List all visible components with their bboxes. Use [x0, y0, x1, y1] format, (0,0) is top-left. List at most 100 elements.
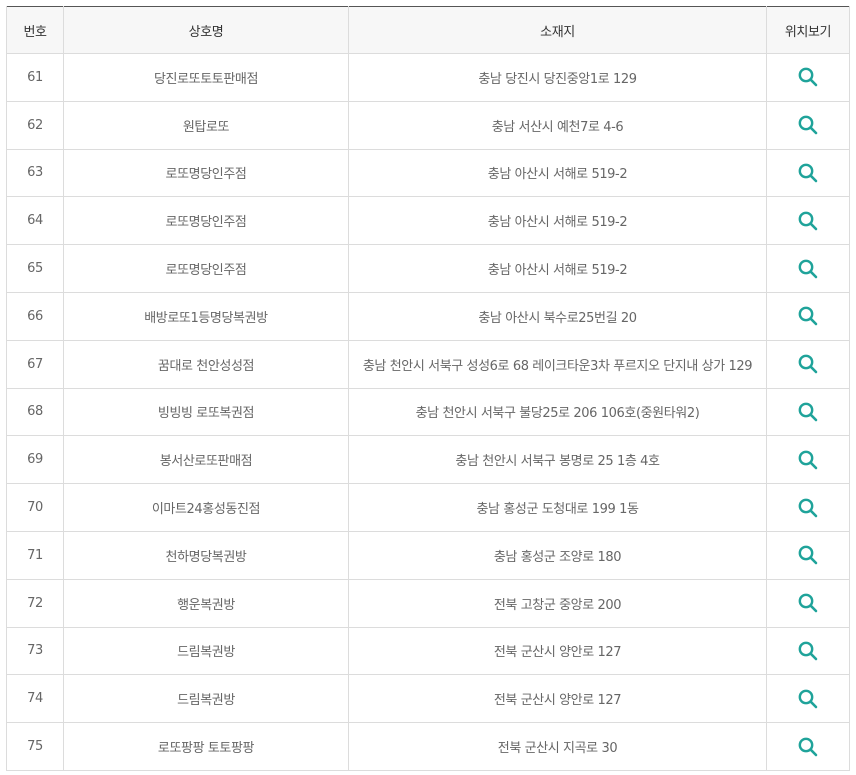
store-address: 충남 홍성군 조양로 180 — [348, 531, 767, 580]
search-icon — [798, 211, 818, 231]
table-row: 72 행운복권방 전북 고창군 중앙로 200 — [6, 579, 850, 628]
view-location-button[interactable] — [797, 305, 819, 327]
header-location: 위치보기 — [766, 6, 850, 54]
table-row: 66 배방로또1등명당복권방 충남 아산시 북수로25번길 20 — [6, 292, 850, 341]
location-cell — [766, 149, 850, 198]
store-address: 전북 군산시 양안로 127 — [348, 674, 767, 724]
view-location-button[interactable] — [797, 736, 819, 758]
row-number: 65 — [6, 244, 64, 293]
search-icon — [798, 259, 818, 278]
search-icon — [798, 737, 818, 756]
table-row: 73 드림복권방 전북 군산시 양안로 127 — [6, 627, 850, 676]
location-cell — [766, 292, 850, 341]
view-location-button[interactable] — [797, 258, 819, 280]
view-location-button[interactable] — [797, 688, 819, 710]
location-cell — [766, 101, 850, 150]
table-row: 70 이마트24홍성동진점 충남 홍성군 도청대로 199 1동 — [6, 483, 850, 532]
view-location-button[interactable] — [797, 210, 819, 232]
store-address: 충남 천안시 서북구 불당25로 206 106호(중원타워2) — [348, 388, 767, 437]
store-address: 충남 서산시 예천7로 4-6 — [348, 101, 767, 150]
header-name: 상호명 — [63, 6, 349, 54]
row-number: 72 — [6, 579, 64, 628]
header-no: 번호 — [6, 6, 64, 54]
search-icon — [798, 498, 818, 517]
view-location-button[interactable] — [797, 544, 819, 566]
store-list-container: 번호 상호명 소재지 위치보기 61 당진로또토토판매점 충남 당진시 당진중앙1로… — [6, 6, 850, 771]
search-icon — [798, 545, 818, 565]
store-address: 충남 아산시 서해로 519-2 — [348, 149, 767, 198]
view-location-button[interactable] — [797, 640, 819, 662]
row-number: 74 — [6, 674, 64, 724]
table-row: 65 로또명당인주점 충남 아산시 서해로 519-2 — [6, 244, 850, 293]
row-number: 63 — [6, 149, 64, 198]
location-cell — [766, 531, 850, 580]
table-row: 71 천하명당복권방 충남 홍성군 조양로 180 — [6, 531, 850, 580]
row-number: 67 — [6, 340, 64, 389]
location-cell — [766, 435, 850, 485]
search-icon — [798, 402, 818, 422]
search-icon — [798, 163, 818, 183]
store-name: 로또팡팡 토토팡팡 — [63, 722, 349, 771]
view-location-button[interactable] — [797, 449, 819, 471]
search-icon — [798, 115, 818, 135]
row-number: 61 — [6, 53, 64, 102]
store-name: 로또명당인주점 — [63, 244, 349, 293]
store-address: 충남 천안시 서북구 봉명로 25 1층 4호 — [348, 435, 767, 485]
location-cell — [766, 244, 850, 293]
store-address: 전북 군산시 양안로 127 — [348, 627, 767, 676]
table-body: 61 당진로또토토판매점 충남 당진시 당진중앙1로 129 62 원탑로또 충남 서산시… — [6, 53, 850, 771]
view-location-button[interactable] — [797, 353, 819, 375]
row-number: 70 — [6, 483, 64, 532]
location-cell — [766, 579, 850, 628]
location-cell — [766, 483, 850, 532]
store-name: 드림복권방 — [63, 627, 349, 676]
table-row: 69 봉서산로또판매점 충남 천안시 서북구 봉명로 25 1층 4호 — [6, 435, 850, 485]
table-row: 63 로또명당인주점 충남 아산시 서해로 519-2 — [6, 149, 850, 198]
search-icon — [798, 67, 818, 87]
table-row: 67 꿈대로 천안성성점 충남 천안시 서북구 성성6로 68 레이크타운3차 푸르… — [6, 340, 850, 389]
search-icon — [798, 354, 818, 374]
table-header: 번호 상호명 소재지 위치보기 — [6, 6, 850, 54]
row-number: 73 — [6, 627, 64, 676]
store-address: 충남 아산시 서해로 519-2 — [348, 196, 767, 246]
search-icon — [798, 306, 818, 326]
store-name: 원탑로또 — [63, 101, 349, 150]
store-name: 이마트24홍성동진점 — [63, 483, 349, 532]
row-number: 75 — [6, 722, 64, 771]
row-number: 69 — [6, 435, 64, 485]
store-address: 충남 아산시 서해로 519-2 — [348, 244, 767, 293]
location-cell — [766, 627, 850, 676]
table-row: 75 로또팡팡 토토팡팡 전북 군산시 지곡로 30 — [6, 722, 850, 771]
view-location-button[interactable] — [797, 497, 819, 519]
store-name: 배방로또1등명당복권방 — [63, 292, 349, 341]
location-cell — [766, 388, 850, 437]
view-location-button[interactable] — [797, 66, 819, 88]
location-cell — [766, 196, 850, 246]
view-location-button[interactable] — [797, 162, 819, 184]
store-address: 충남 당진시 당진중앙1로 129 — [348, 53, 767, 102]
store-address: 전북 고창군 중앙로 200 — [348, 579, 767, 628]
store-name: 드림복권방 — [63, 674, 349, 724]
view-location-button[interactable] — [797, 592, 819, 614]
location-cell — [766, 674, 850, 724]
store-address: 전북 군산시 지곡로 30 — [348, 722, 767, 771]
store-address: 충남 천안시 서북구 성성6로 68 레이크타운3차 푸르지오 단지내 상가 1… — [348, 340, 767, 389]
table-row: 74 드림복권방 전북 군산시 양안로 127 — [6, 674, 850, 724]
store-name: 로또명당인주점 — [63, 149, 349, 198]
location-cell — [766, 722, 850, 771]
store-table: 번호 상호명 소재지 위치보기 61 당진로또토토판매점 충남 당진시 당진중앙1로… — [6, 6, 850, 771]
view-location-button[interactable] — [797, 114, 819, 136]
row-number: 64 — [6, 196, 64, 246]
row-number: 66 — [6, 292, 64, 341]
search-icon — [798, 593, 818, 613]
store-name: 로또명당인주점 — [63, 196, 349, 246]
location-cell — [766, 340, 850, 389]
table-row: 64 로또명당인주점 충남 아산시 서해로 519-2 — [6, 196, 850, 246]
store-name: 꿈대로 천안성성점 — [63, 340, 349, 389]
table-row: 68 빙빙빙 로또복권점 충남 천안시 서북구 불당25로 206 106호(중원타… — [6, 388, 850, 437]
row-number: 62 — [6, 101, 64, 150]
store-name: 빙빙빙 로또복권점 — [63, 388, 349, 437]
store-address: 충남 홍성군 도청대로 199 1동 — [348, 483, 767, 532]
view-location-button[interactable] — [797, 401, 819, 423]
row-number: 71 — [6, 531, 64, 580]
